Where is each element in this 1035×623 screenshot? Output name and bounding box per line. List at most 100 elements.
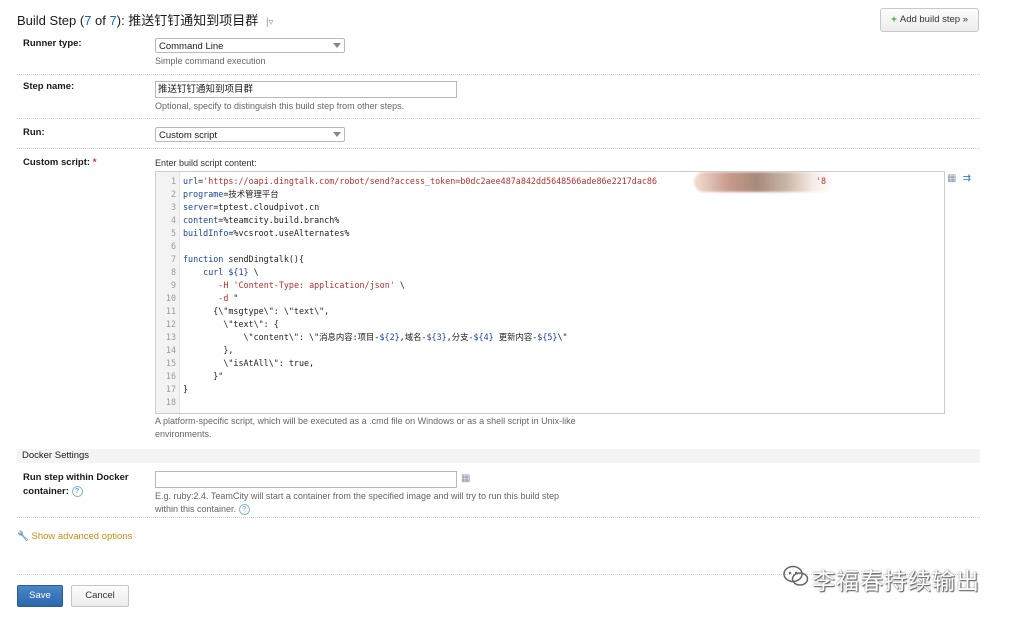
code-line: 6 — [156, 240, 176, 253]
line-number: 6 — [170, 241, 176, 251]
line-number: 7 — [170, 254, 176, 264]
show-advanced-options-label: Show advanced options — [31, 531, 133, 542]
line-number: 13 — [165, 332, 176, 342]
wechat-logo-icon — [783, 565, 809, 586]
code-line: 15 \"isAtAll\": true, — [156, 357, 314, 370]
code-text: function sendDingtalk(){ — [183, 254, 305, 264]
runner-type-label: Runner type: — [23, 38, 82, 49]
code-text: \"content\": \"消息内容:项目-${2},域名-${3},分支-$… — [183, 332, 568, 342]
plus-icon: + — [891, 14, 897, 25]
code-line: 4 content=%teamcity.build.branch% — [156, 214, 339, 227]
save-button[interactable]: Save — [17, 585, 63, 607]
title-of: of — [91, 13, 110, 28]
wrap-icon[interactable]: ⇉ — [963, 173, 971, 184]
dropdown-arrow-icon — [333, 132, 341, 137]
line-number: 11 — [165, 306, 176, 316]
divider — [17, 74, 980, 75]
code-line: 7 function sendDingtalk(){ — [156, 253, 304, 266]
runner-type-select[interactable]: Command Line — [155, 38, 345, 53]
script-editor[interactable]: 1 url='https://oapi.dingtalk.com/robot/se… — [155, 171, 945, 414]
line-number: 15 — [165, 358, 176, 368]
code-line: 2 programe=技术管理平台 — [156, 188, 279, 201]
code-line: 11 {\"msgtype\": \"text\", — [156, 305, 329, 318]
script-hint-bottom: A platform-specific script, which will b… — [155, 415, 576, 441]
help-icon[interactable]: ? — [238, 504, 250, 516]
run-label: Run: — [23, 127, 45, 138]
docker-image-input[interactable] — [155, 471, 457, 488]
code-line: 13 \"content\": \"消息内容:项目-${2},域名-${3},分… — [156, 331, 568, 344]
docker-label: Run step within Docker container: ? — [23, 471, 129, 499]
help-icon[interactable]: ? — [71, 485, 83, 497]
line-number: 16 — [165, 371, 176, 381]
show-advanced-options-link[interactable]: 🔧 Show advanced options — [17, 531, 132, 542]
code-text: {\"msgtype\": \"text\", — [183, 306, 330, 316]
title-suffix: ): 推送钉钉通知到项目群 — [116, 13, 259, 28]
code-line: 16 }" — [156, 370, 223, 383]
code-text: programe=技术管理平台 — [183, 189, 279, 199]
step-name-label: Step name: — [23, 81, 75, 92]
line-number: 2 — [170, 189, 176, 199]
code-text: -d " — [218, 293, 239, 303]
code-line: 17} — [156, 383, 188, 396]
expand-icon[interactable]: ▦ — [947, 173, 956, 184]
line-number: 8 — [170, 267, 176, 277]
code-text: curl ${1} \ — [203, 267, 259, 277]
cancel-button[interactable]: Cancel — [71, 585, 129, 607]
docker-hint-line-1: E.g. ruby:2.4. TeamCity will start a con… — [155, 491, 560, 501]
runner-type-value: Command Line — [159, 41, 224, 52]
code-text: buildInfo=%vcsroot.useAlternates% — [183, 228, 350, 238]
step-name-input[interactable]: 推送钉钉通知到项目群 — [155, 81, 457, 98]
line-number: 12 — [165, 319, 176, 329]
code-text: server=tptest.cloudpivot.cn — [183, 202, 320, 212]
docker-settings-header: Docker Settings — [17, 449, 980, 463]
add-build-step-label: Add build step » — [899, 14, 968, 25]
line-number: 4 — [170, 215, 176, 225]
run-value: Custom script — [159, 130, 218, 141]
wrench-icon: 🔧 — [17, 531, 29, 542]
title-prefix: Build Step ( — [17, 13, 85, 28]
code-text: }" — [183, 371, 224, 381]
divider — [17, 517, 980, 518]
code-text: }, — [183, 345, 234, 355]
script-hint-top: Enter build script content: — [155, 158, 257, 168]
code-line: 1 url='https://oapi.dingtalk.com/robot/se… — [156, 175, 657, 188]
code-text: -H 'Content-Type: application/json' \ — [218, 280, 405, 290]
add-build-step-button[interactable]: + Add build step » — [880, 8, 979, 32]
line-number: 5 — [170, 228, 176, 238]
line-number: 9 — [170, 280, 176, 290]
run-select[interactable]: Custom script — [155, 127, 345, 142]
line-number: 14 — [165, 345, 176, 355]
docker-label-line-1: Run step within Docker — [23, 472, 129, 483]
code-text: \"isAtAll\": true, — [183, 358, 315, 368]
code-text: content=%teamcity.build.branch% — [183, 215, 340, 225]
code-line: 9 -H 'Content-Type: application/json' \ — [156, 279, 405, 292]
docker-hint: E.g. ruby:2.4. TeamCity will start a con… — [155, 490, 559, 516]
line-number: 1 — [170, 176, 176, 186]
docker-hint-line-2: within this container. — [155, 504, 237, 514]
code-line: 3 server=tptest.cloudpivot.cn — [156, 201, 319, 214]
code-text: url='https://oapi.dingtalk.com/robot/sen… — [183, 176, 657, 186]
script-hint-line-1: A platform-specific script, which will b… — [155, 416, 576, 426]
chevron-down-icon[interactable]: |▿ — [266, 17, 274, 28]
divider — [17, 118, 980, 119]
line-number: 3 — [170, 202, 176, 212]
code-text: \"text\": { — [183, 319, 279, 329]
required-mark: * — [92, 157, 97, 168]
divider — [17, 148, 980, 149]
code-line: 12 \"text\": { — [156, 318, 279, 331]
code-text: } — [183, 384, 189, 394]
line-number: 18 — [165, 397, 176, 407]
expand-icon[interactable]: ▦ — [461, 473, 470, 484]
custom-script-label: Custom script: * — [23, 157, 96, 168]
step-name-hint: Optional, specify to distinguish this bu… — [155, 101, 405, 111]
runner-type-hint: Simple command execution — [155, 56, 266, 66]
custom-script-label-text: Custom script: — [23, 157, 91, 168]
code-line: 10 -d " — [156, 292, 239, 305]
step-total: 7 — [109, 13, 117, 28]
watermark-text: 李福春持续输出 — [812, 569, 980, 595]
code-line: 18 — [156, 396, 176, 409]
code-line: 14 }, — [156, 344, 234, 357]
docker-label-line-2: container: — [23, 486, 69, 497]
code-line: 8 curl ${1} \ — [156, 266, 259, 279]
line-1-tail-text: '8 — [816, 176, 827, 186]
